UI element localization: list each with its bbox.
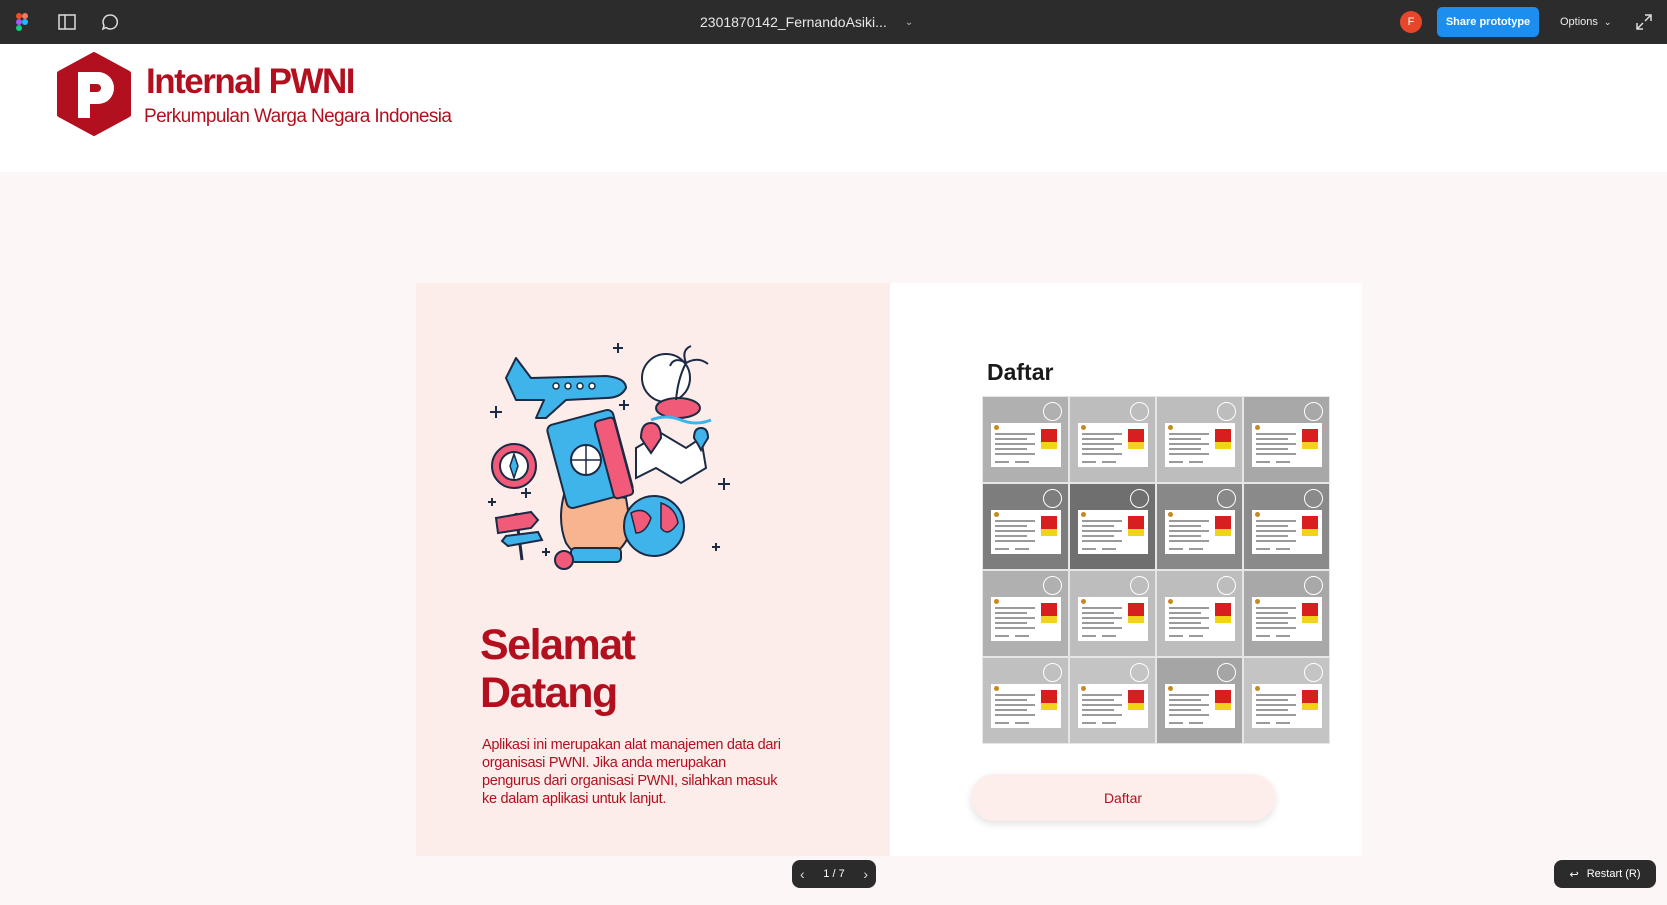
id-card-tile[interactable] xyxy=(1243,483,1330,570)
id-card-tile[interactable] xyxy=(1156,396,1243,483)
id-card-tile[interactable] xyxy=(982,570,1069,657)
id-card-image xyxy=(1251,509,1322,554)
id-card-tile[interactable] xyxy=(1069,483,1156,570)
id-card-image-grid xyxy=(982,396,1330,744)
id-card-tile[interactable] xyxy=(1069,396,1156,483)
id-card-image xyxy=(1077,596,1148,641)
tile-select-radio[interactable] xyxy=(1217,663,1236,682)
expand-icon[interactable] xyxy=(1634,12,1654,32)
avatar[interactable]: F xyxy=(1400,11,1422,33)
id-card-tile[interactable] xyxy=(1156,657,1243,744)
id-card-image xyxy=(1251,683,1322,728)
tile-select-radio[interactable] xyxy=(1130,402,1149,421)
register-panel: Daftar Daftar xyxy=(890,283,1362,856)
options-label: Options xyxy=(1560,16,1598,28)
register-button[interactable]: Daftar xyxy=(971,774,1275,821)
welcome-heading: Selamat Datang xyxy=(480,621,780,717)
file-title-text: 2301870142_FernandoAsiki... xyxy=(700,14,887,30)
welcome-description: Aplikasi ini merupakan alat manajemen da… xyxy=(482,737,781,807)
tile-select-radio[interactable] xyxy=(1130,489,1149,508)
options-menu[interactable]: Options ⌄ xyxy=(1560,0,1611,44)
id-card-image xyxy=(1164,683,1235,728)
id-card-image xyxy=(1077,683,1148,728)
comment-icon[interactable] xyxy=(98,10,122,34)
tile-select-radio[interactable] xyxy=(1304,576,1323,595)
file-title[interactable]: 2301870142_FernandoAsiki... ⌄ xyxy=(700,0,1000,44)
chevron-down-icon: ⌄ xyxy=(1603,16,1612,27)
tile-select-radio[interactable] xyxy=(1304,663,1323,682)
restart-label: Restart (R) xyxy=(1586,868,1641,880)
chevron-down-icon[interactable]: ⌄ xyxy=(905,17,913,28)
sidebar-toggle-icon[interactable] xyxy=(55,10,79,34)
tile-select-radio[interactable] xyxy=(1043,402,1062,421)
welcome-panel: Selamat Datang Aplikasi ini merupakan al… xyxy=(416,283,890,856)
id-card-image xyxy=(1251,422,1322,467)
id-card-tile[interactable] xyxy=(1243,657,1330,744)
id-card-image xyxy=(990,509,1061,554)
id-card-image xyxy=(1077,422,1148,467)
id-card-image xyxy=(1164,509,1235,554)
id-card-tile[interactable] xyxy=(1243,396,1330,483)
restart-button[interactable]: ↩ Restart (R) xyxy=(1554,860,1656,888)
tile-select-radio[interactable] xyxy=(1217,576,1236,595)
id-card-image xyxy=(990,596,1061,641)
tile-select-radio[interactable] xyxy=(1130,663,1149,682)
brand-title: Internal PWNI xyxy=(146,62,356,101)
tile-select-radio[interactable] xyxy=(1130,576,1149,595)
tile-select-radio[interactable] xyxy=(1304,402,1323,421)
tile-select-radio[interactable] xyxy=(1217,489,1236,508)
app-header: Internal PWNI Perkumpulan Warga Negara I… xyxy=(0,44,1667,172)
id-card-image xyxy=(1164,596,1235,641)
id-card-image xyxy=(1077,509,1148,554)
share-prototype-button[interactable]: Share prototype xyxy=(1437,7,1539,37)
tile-select-radio[interactable] xyxy=(1043,576,1062,595)
figma-logo-icon[interactable] xyxy=(10,10,34,34)
id-card-tile[interactable] xyxy=(1156,570,1243,657)
id-card-image xyxy=(1251,596,1322,641)
id-card-tile[interactable] xyxy=(1069,657,1156,744)
brand-subtitle: Perkumpulan Warga Negara Indonesia xyxy=(144,106,452,127)
welcome-heading-line1: Selamat xyxy=(480,621,636,669)
id-card-tile[interactable] xyxy=(982,396,1069,483)
id-card-tile[interactable] xyxy=(982,657,1069,744)
id-card-tile[interactable] xyxy=(1156,483,1243,570)
id-card-image xyxy=(1164,422,1235,467)
tile-select-radio[interactable] xyxy=(1217,402,1236,421)
welcome-heading-line2: Datang xyxy=(480,669,618,717)
prototype-toolbar: 2301870142_FernandoAsiki... ⌄ F Share pr… xyxy=(0,0,1667,44)
tile-select-radio[interactable] xyxy=(1304,489,1323,508)
tile-select-radio[interactable] xyxy=(1043,663,1062,682)
id-card-tile[interactable] xyxy=(982,483,1069,570)
slide-counter: 1 / 7 xyxy=(823,868,845,880)
id-card-image xyxy=(990,422,1061,467)
chevron-right-icon[interactable]: › xyxy=(863,866,868,882)
id-card-tile[interactable] xyxy=(1069,570,1156,657)
slide-pager: ‹ 1 / 7 › xyxy=(792,860,876,888)
tile-select-radio[interactable] xyxy=(1043,489,1062,508)
travel-illustration xyxy=(486,338,736,578)
undo-arrow-icon: ↩ xyxy=(1569,868,1579,881)
chevron-left-icon[interactable]: ‹ xyxy=(800,866,805,882)
id-card-tile[interactable] xyxy=(1243,570,1330,657)
register-title: Daftar xyxy=(987,359,1054,385)
id-card-image xyxy=(990,683,1061,728)
pwni-logo xyxy=(56,52,132,136)
